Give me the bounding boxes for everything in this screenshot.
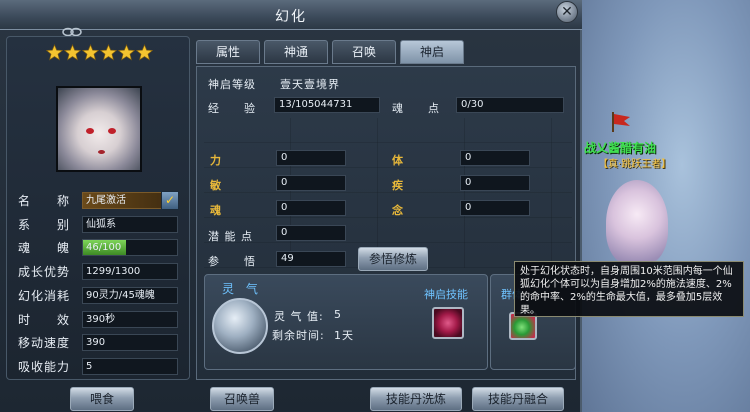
stat-label-mind: 念 <box>392 204 404 217</box>
attr-row-absorb: 吸收能力 5 <box>18 357 178 375</box>
attr-row-duration: 时 效 390秒 <box>18 310 178 328</box>
spirit-value-label: 灵 气 值: <box>274 310 324 323</box>
stat-label-body: 体 <box>392 154 404 167</box>
star-rating <box>46 44 153 61</box>
star-icon <box>82 44 99 61</box>
stat-value-soul: 0 <box>276 200 346 216</box>
star-icon <box>136 44 153 61</box>
star-icon <box>118 44 135 61</box>
attr-label: 移动速度 <box>18 335 71 350</box>
skill-merge-button[interactable]: 技能丹融合 <box>472 387 564 411</box>
attr-row-type: 系 别 仙狐系 <box>18 215 178 233</box>
stat-value-body: 0 <box>460 150 530 166</box>
tab-shentong[interactable]: 神通 <box>264 40 328 64</box>
attr-row-name: 名 称 九尾激活 ✓ <box>18 190 179 210</box>
insight-value: 49 <box>276 251 346 267</box>
summon-beast-button[interactable]: 召唤兽 <box>210 387 274 411</box>
attr-row-speed: 移动速度 390 <box>18 333 178 351</box>
close-button[interactable]: ✕ <box>556 1 578 23</box>
star-icon <box>100 44 117 61</box>
remaining-time-label: 剩余时间: <box>272 329 325 342</box>
huanhua-window: 幻化 ✕ 名 称 九尾激活 ✓ 系 别 仙狐系 魂 魄 46/100 成长优势 … <box>0 0 582 412</box>
attr-value: 90灵力/45魂魄 <box>82 286 178 304</box>
stat-value-strength: 0 <box>276 150 346 166</box>
spirit-title: 灵 气 <box>222 282 262 296</box>
exp-label: 经 验 <box>208 102 256 115</box>
attr-label: 魂 魄 <box>18 240 71 255</box>
stat-label-speed: 疾 <box>392 179 404 192</box>
attr-label: 系 别 <box>18 217 71 232</box>
spirit-value: 5 <box>334 308 342 321</box>
attr-value: 5 <box>82 357 178 375</box>
stat-label-strength: 力 <box>210 154 222 167</box>
potential-label: 潜 能 点 <box>208 230 253 243</box>
attr-value: 46/100 <box>86 241 122 253</box>
stats-grid-background <box>204 118 572 268</box>
skill-tooltip: 处于幻化状态时，自身周围10米范围内每一个仙狐幻化个体可以为自身增加2%的施法速… <box>514 261 744 317</box>
tab-attributes[interactable]: 属性 <box>196 40 260 64</box>
soul-points-value: 0/30 <box>456 97 564 113</box>
stat-value-speed: 0 <box>460 175 530 191</box>
insight-label: 参 悟 <box>208 255 256 268</box>
star-icon <box>64 44 81 61</box>
window-title: 幻化 <box>275 9 307 25</box>
attr-value: 九尾激活 <box>86 194 126 206</box>
attr-value: 仙狐系 <box>82 215 178 233</box>
attr-label: 吸收能力 <box>18 359 71 374</box>
level-value: 壹天壹境界 <box>280 78 340 91</box>
potential-value: 0 <box>276 225 346 241</box>
pet-portrait <box>56 86 142 172</box>
stat-label-soul: 魂 <box>210 204 222 217</box>
npc-character[interactable] <box>606 180 668 266</box>
star-icon <box>46 44 63 61</box>
npc-name[interactable]: 战乂酱醋有油 <box>584 139 656 156</box>
insight-train-button[interactable]: 参悟修炼 <box>358 247 428 271</box>
spirit-orb-icon <box>212 298 268 354</box>
attr-value: 390秒 <box>82 310 178 328</box>
stat-label-agility: 敏 <box>210 179 222 192</box>
pet-name-field[interactable]: 九尾激活 ✓ <box>82 190 179 210</box>
shenqi-skill-icon[interactable] <box>432 307 464 339</box>
close-icon: ✕ <box>561 4 573 20</box>
stat-value-agility: 0 <box>276 175 346 191</box>
title-bar[interactable]: 幻化 <box>0 0 582 30</box>
exp-value: 13/105044731 <box>274 97 380 113</box>
tab-summon[interactable]: 召唤 <box>332 40 396 64</box>
feed-button[interactable]: 喂食 <box>70 387 134 411</box>
attr-row-soul: 魂 魄 46/100 <box>18 238 178 256</box>
attr-label: 时 效 <box>18 312 71 327</box>
npc-title: 【真·跳跃王者】 <box>598 159 672 170</box>
attr-row-growth: 成长优势 1299/1300 <box>18 262 178 280</box>
check-icon: ✓ <box>164 192 176 207</box>
stat-value-mind: 0 <box>460 200 530 216</box>
tab-shenqi[interactable]: 神启 <box>400 40 464 64</box>
attr-label: 幻化消耗 <box>18 288 71 303</box>
level-label: 神启等级 <box>208 78 256 91</box>
tab-bar: 属性 神通 召唤 神启 <box>196 40 464 64</box>
attr-value: 1299/1300 <box>82 262 178 280</box>
attr-row-cost: 幻化消耗 90灵力/45魂魄 <box>18 286 178 304</box>
flag-icon <box>612 112 630 132</box>
soul-progress-bar: 46/100 <box>82 238 178 256</box>
attr-label: 名 称 <box>18 193 71 208</box>
soul-points-label: 魂 点 <box>392 102 440 115</box>
remaining-time-value: 1天 <box>334 329 354 342</box>
confirm-name-button[interactable]: ✓ <box>161 190 179 210</box>
shenqi-skill-title: 神启技能 <box>424 288 468 301</box>
attr-value: 390 <box>82 333 178 351</box>
skill-wash-button[interactable]: 技能丹洗炼 <box>370 387 462 411</box>
attr-label: 成长优势 <box>18 264 71 279</box>
